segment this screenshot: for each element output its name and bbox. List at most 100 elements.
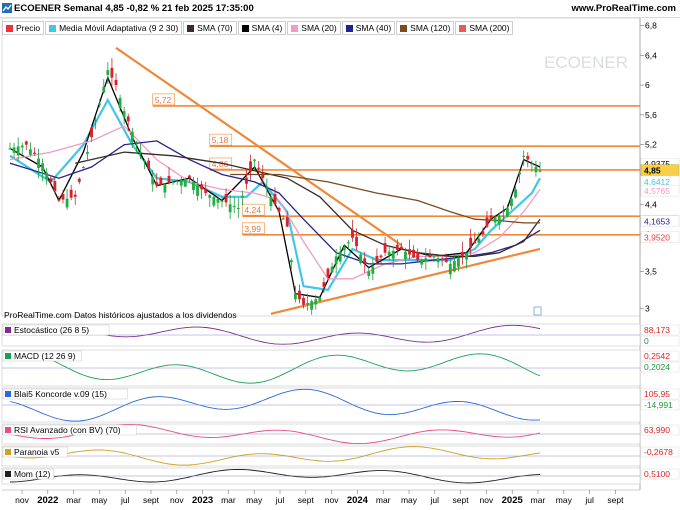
candle-body <box>134 141 138 144</box>
candle-body <box>187 175 191 179</box>
legend-swatch <box>187 24 195 32</box>
candle-body <box>318 297 322 301</box>
x-tick-label: mar <box>221 495 236 505</box>
y-tick-label: 3 <box>645 304 650 314</box>
candle-body <box>86 152 89 154</box>
candle-body <box>77 178 81 182</box>
legend-item[interactable]: SMA (70) <box>183 21 237 35</box>
candle-body <box>510 198 513 207</box>
candle-body <box>408 249 411 255</box>
candle-body <box>465 252 469 260</box>
candle-body <box>208 194 212 198</box>
candle-body <box>143 160 146 162</box>
candle-body <box>12 147 16 153</box>
indicator-swatch <box>5 449 11 455</box>
candle-body <box>481 231 485 235</box>
candle-body <box>49 178 53 182</box>
candle-body <box>440 258 444 261</box>
candle-body <box>179 180 183 186</box>
price-tag-label: 3,9520 <box>644 233 670 243</box>
indicator-swatch <box>5 427 11 433</box>
candle-body <box>240 195 244 198</box>
candle-body <box>220 200 224 202</box>
indicator-value: 105,95 <box>644 389 670 399</box>
legend-item[interactable]: SMA (40) <box>341 21 396 35</box>
candle-body <box>375 255 379 262</box>
indicator-value: 0,2542 <box>644 351 670 361</box>
level-label: 5,72 <box>155 95 172 105</box>
x-tick-label: may <box>246 495 263 505</box>
candle-body <box>281 218 285 220</box>
legend-item[interactable]: Media Móvil Adaptativa (9 2 30) <box>45 21 183 35</box>
y-tick-label: 6,8 <box>645 20 657 30</box>
candle-body <box>45 172 49 180</box>
candle-body <box>395 244 399 250</box>
candle-body <box>342 247 346 251</box>
y-tick-label: 5,2 <box>645 140 657 150</box>
x-tick-label: sept <box>453 495 470 505</box>
price-tag-label: 4,5765 <box>644 186 670 196</box>
candle-body <box>98 103 102 105</box>
x-tick-label: 2024 <box>347 495 369 506</box>
candle-body <box>257 167 261 169</box>
y-tick-label: 6 <box>645 80 650 90</box>
legend-label: SMA (120) <box>410 23 451 33</box>
candle-body <box>334 256 338 265</box>
candle-body <box>8 148 12 150</box>
candle-body <box>314 299 318 305</box>
candle-body <box>61 193 65 200</box>
candle-body <box>530 163 534 165</box>
indicator-title: Estocástico (26 8 5) <box>14 325 89 335</box>
chart-canvas: ECOENER6,86,465,65,24,84,443,535,725,184… <box>1 17 680 506</box>
candle-body <box>81 167 85 169</box>
candle-body <box>461 251 464 256</box>
candle-body <box>367 271 371 276</box>
candle-body <box>452 261 456 272</box>
x-tick-label: nov <box>325 495 339 505</box>
legend-swatch <box>6 24 13 32</box>
candle-body <box>159 177 163 185</box>
x-tick-label: mar <box>376 495 391 505</box>
candle-body <box>448 263 452 275</box>
legend-item[interactable]: SMA (20) <box>287 21 341 35</box>
x-tick-label: jul <box>430 495 440 505</box>
candle-body <box>514 189 517 198</box>
x-tick-label: jul <box>584 495 594 505</box>
candle-body <box>33 152 36 154</box>
candle-body <box>359 254 363 264</box>
candle-body <box>183 179 187 187</box>
candle-body <box>501 211 505 213</box>
chart-icon[interactable] <box>2 3 12 13</box>
candle-body <box>355 236 358 247</box>
candle-body <box>322 282 326 288</box>
candle-body <box>245 177 248 184</box>
x-tick-label: sept <box>607 495 624 505</box>
candle-body <box>192 181 195 191</box>
legend-item[interactable]: SMA (4) <box>237 21 287 35</box>
x-tick-label: may <box>556 495 573 505</box>
candle-body <box>379 255 383 258</box>
candle-body <box>151 177 155 185</box>
legend-swatch <box>459 24 467 32</box>
candle-body <box>338 251 342 262</box>
data-note: ProRealTime.com Datos históricos ajustad… <box>4 310 237 320</box>
indicator-title: Blai5 Koncorde v.09 (15) <box>14 389 107 399</box>
legend-item[interactable]: SMA (120) <box>396 21 455 35</box>
candle-body <box>94 120 98 122</box>
chart-window: ECOENER6,86,465,65,24,84,443,535,725,184… <box>0 0 680 510</box>
indicator-title: RSI Avanzado (con BV) (70) <box>14 425 121 435</box>
candle-body <box>534 167 538 173</box>
candle-body <box>428 254 432 258</box>
legend-item[interactable]: SMA (200) <box>455 21 514 35</box>
candle-body <box>139 152 142 154</box>
price-tag-label: 4,85 <box>644 166 661 176</box>
candle-body <box>277 208 281 212</box>
legend-item[interactable]: Precio <box>2 21 45 35</box>
x-tick-label: jul <box>275 495 285 505</box>
candle-body <box>330 266 334 273</box>
candle-body <box>485 217 489 227</box>
candle-body <box>249 161 252 172</box>
candle-body <box>432 256 436 258</box>
candle-body <box>102 86 106 93</box>
candle-body <box>265 187 269 189</box>
